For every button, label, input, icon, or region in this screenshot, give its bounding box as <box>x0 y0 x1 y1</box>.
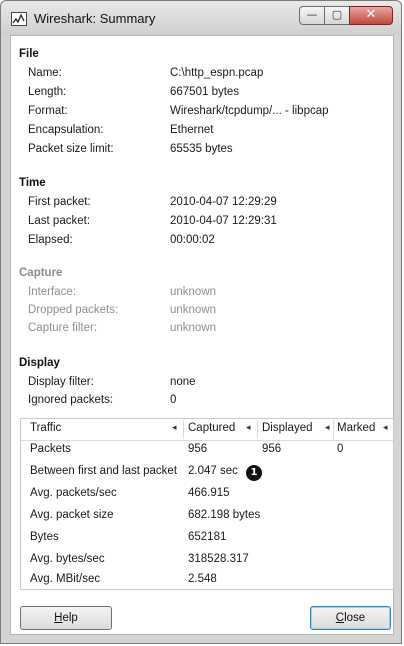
captured-cell: 652181 <box>188 531 227 543</box>
displayed-cell: 956 <box>262 443 282 455</box>
summary-window: Wireshark: Summary — ▢ ✕ File Name: C:\h… <box>0 0 402 644</box>
capture-section-title: Capture <box>19 267 63 279</box>
encapsulation-value: Ethernet <box>170 124 214 136</box>
captured-cell: 956 <box>188 443 208 455</box>
file-section-title: File <box>19 48 39 60</box>
traffic-cell: Packets <box>30 443 71 455</box>
file-length-value: 667501 bytes <box>170 86 240 98</box>
window-controls: — ▢ ✕ <box>299 6 393 28</box>
sort-arrow-icon: ◂ <box>325 423 330 433</box>
table-row[interactable]: Avg. packet size 682.198 bytes <box>21 506 393 528</box>
traffic-cell: Avg. packet size <box>30 509 114 521</box>
interface-label: Interface: <box>28 286 76 298</box>
file-name-value: C:\http_espn.pcap <box>170 67 264 79</box>
minimize-icon: — <box>306 8 318 21</box>
sort-arrow-icon: ◂ <box>172 423 177 433</box>
time-section-title: Time <box>19 177 46 189</box>
close-window-button[interactable]: ✕ <box>349 6 393 25</box>
file-length-label: Length: <box>28 86 67 98</box>
window-title: Wireshark: Summary <box>34 11 156 26</box>
capture-filter-label: Capture filter: <box>28 322 98 334</box>
display-filter-label: Display filter: <box>28 376 94 388</box>
wireshark-icon <box>11 12 27 26</box>
captured-cell: 318528.317 <box>188 553 249 565</box>
close-label-rest: lose <box>344 612 366 624</box>
column-header-displayed[interactable]: Displayed <box>262 422 313 434</box>
elapsed-value: 00:00:02 <box>170 234 215 246</box>
captured-cell: 466.915 <box>188 487 230 499</box>
help-label-rest: elp <box>62 612 78 624</box>
first-packet-value: 2010-04-07 12:29:29 <box>170 196 277 208</box>
elapsed-label: Elapsed: <box>28 234 73 246</box>
traffic-cell: Avg. MBit/sec <box>30 573 101 585</box>
column-divider[interactable] <box>257 420 258 439</box>
table-row[interactable]: Avg. bytes/sec 318528.317 <box>21 550 393 572</box>
encapsulation-label: Encapsulation: <box>28 124 104 136</box>
maximize-icon: ▢ <box>331 8 343 21</box>
column-divider[interactable] <box>333 420 334 439</box>
callout-marker: 1 <box>246 465 262 481</box>
dropped-packets-value: unknown <box>170 304 217 316</box>
table-row[interactable]: Avg. packets/sec 466.915 <box>21 484 393 506</box>
last-packet-value: 2010-04-07 12:29:31 <box>170 215 277 227</box>
last-packet-label: Last packet: <box>28 215 91 227</box>
close-button[interactable]: Close <box>310 606 391 630</box>
traffic-cell: Between first and last packet <box>30 465 178 477</box>
column-header-traffic[interactable]: Traffic <box>30 422 61 434</box>
traffic-header-row: Traffic ◂ Captured ◂ Displayed ◂ Marked … <box>21 419 393 441</box>
sort-arrow-icon: ◂ <box>246 423 251 433</box>
table-row[interactable]: Avg. MBit/sec 2.548 <box>21 570 393 592</box>
sort-arrow-icon: ◂ <box>383 423 388 433</box>
traffic-cell: Avg. packets/sec <box>30 487 117 499</box>
column-header-captured[interactable]: Captured <box>188 422 235 434</box>
column-divider[interactable] <box>183 420 184 439</box>
traffic-cell: Bytes <box>30 531 59 543</box>
ignored-packets-value: 0 <box>170 394 177 406</box>
display-section-title: Display <box>19 357 60 369</box>
dropped-packets-label: Dropped packets: <box>28 304 119 316</box>
captured-cell: 682.198 bytes <box>188 509 261 521</box>
traffic-table: Traffic ◂ Captured ◂ Displayed ◂ Marked … <box>20 418 394 590</box>
packet-size-limit-value: 65535 bytes <box>170 143 233 155</box>
capture-filter-value: unknown <box>170 322 217 334</box>
marked-cell: 0 <box>337 443 344 455</box>
file-format-value: Wireshark/tcpdump/... - libpcap <box>170 105 329 117</box>
table-row[interactable]: Packets 956 956 0 <box>21 440 393 462</box>
captured-cell: 2.047 sec <box>188 465 238 477</box>
ignored-packets-label: Ignored packets: <box>28 394 114 406</box>
minimize-button[interactable]: — <box>299 6 325 25</box>
captured-cell: 2.548 <box>188 573 217 585</box>
first-packet-label: First packet: <box>28 196 91 208</box>
close-icon: ✕ <box>365 7 377 22</box>
packet-size-limit-label: Packet size limit: <box>28 143 114 155</box>
file-format-label: Format: <box>28 105 68 117</box>
title-bar[interactable]: Wireshark: Summary — ▢ ✕ <box>1 1 401 35</box>
maximize-button[interactable]: ▢ <box>324 6 350 25</box>
file-name-label: Name: <box>28 67 62 79</box>
table-row[interactable]: Bytes 652181 <box>21 528 393 550</box>
display-filter-value: none <box>170 376 196 388</box>
close-mnemonic: C <box>335 612 345 624</box>
column-header-marked[interactable]: Marked <box>337 422 375 434</box>
table-row[interactable]: Between first and last packet 2.047 sec … <box>21 462 393 484</box>
interface-value: unknown <box>170 286 217 298</box>
help-button[interactable]: Help <box>20 606 112 630</box>
traffic-cell: Avg. bytes/sec <box>30 553 105 565</box>
